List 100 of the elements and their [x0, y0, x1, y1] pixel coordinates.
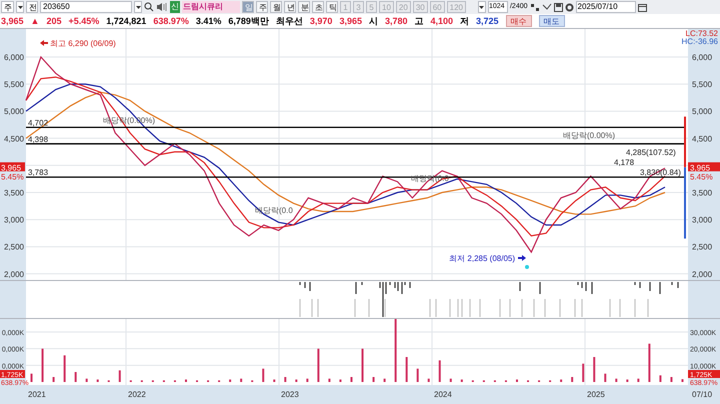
dropdown-caret-icon[interactable] — [478, 1, 486, 13]
quote-value: +5.45% — [68, 15, 100, 27]
marker-icon — [525, 265, 529, 269]
y-axis-label: 3,000 — [4, 216, 24, 225]
exchange-button[interactable]: 전 — [26, 1, 38, 13]
volume-bar — [394, 318, 397, 382]
volume-bar — [317, 348, 320, 382]
y-axis-label: 5,500 — [692, 80, 712, 90]
quote-value: ▲ — [30, 15, 40, 27]
quote-value: 최우선 — [276, 15, 303, 27]
y-axis-label: 5,000 — [692, 107, 712, 116]
settings-icon[interactable] — [564, 2, 574, 12]
code-field[interactable]: 203650 — [40, 1, 132, 13]
period-tab[interactable]: 초 — [312, 1, 324, 13]
dropdown-caret-icon[interactable] — [16, 1, 24, 13]
indicator-reading: LC:73.52 — [686, 29, 718, 38]
volume-bar — [626, 380, 628, 382]
quote-value: 고 — [414, 15, 424, 27]
y-axis-label: 6,000 — [692, 53, 712, 62]
speaker-icon[interactable] — [156, 2, 168, 12]
arrow-icon — [518, 255, 526, 261]
indicator-reading: HC:-36.96 — [682, 37, 718, 46]
price-level-label: 4,702 — [28, 118, 48, 128]
y-axis-label: 2,000 — [692, 270, 712, 279]
y-axis-label: 2,500 — [4, 242, 24, 252]
volume-bar — [582, 364, 584, 382]
x-axis-label: 2025 — [587, 390, 605, 399]
quote-value: 6,789백만 — [228, 15, 269, 27]
volume-bar — [86, 378, 88, 382]
volume-bar — [362, 348, 364, 382]
volume-bar — [350, 377, 352, 382]
y-axis-label: 3,500 — [4, 188, 24, 198]
y-axis-label: 4,500 — [692, 134, 712, 144]
volume-bar — [52, 377, 55, 382]
y-axis-label: 2,000 — [4, 270, 24, 279]
volume-bar — [184, 380, 187, 382]
volume-bar — [637, 378, 640, 382]
buy-button[interactable]: 매수 — [506, 15, 532, 27]
volume-bar — [118, 370, 121, 382]
volume-bar — [648, 344, 650, 382]
period-tab[interactable]: 틱 — [326, 1, 338, 13]
dropdown-caret-icon[interactable] — [134, 1, 142, 13]
y-axis-label: 3,000 — [692, 216, 712, 225]
x-axis-label: 2023 — [281, 390, 299, 399]
period-tab[interactable]: 분 — [298, 1, 310, 13]
period-tab[interactable]: 년 — [284, 1, 296, 13]
y-axis-label: 4,500 — [4, 134, 24, 144]
volume-bar — [571, 377, 574, 382]
volume-bar — [615, 378, 618, 382]
y-axis-label: 5,500 — [4, 80, 24, 90]
volume-bar — [64, 355, 66, 382]
volume-bar — [30, 374, 33, 382]
volume-bar — [372, 377, 375, 382]
quote-value: 시 — [368, 15, 378, 27]
volume-bar — [450, 378, 452, 382]
quote-value: 3,780 — [384, 15, 408, 27]
quote-value: 638.97% — [153, 15, 189, 27]
end-date-label: 07/10 — [692, 390, 712, 399]
volume-bar — [659, 375, 662, 382]
volume-bar — [96, 380, 99, 382]
price-label: 4,178 — [614, 158, 634, 167]
volume-bar — [460, 380, 463, 382]
volume-bar — [438, 360, 441, 382]
volume-bar — [229, 380, 232, 382]
quote-value: 3,970 — [310, 15, 332, 27]
sell-button[interactable]: 매도 — [538, 15, 565, 27]
volume-bar — [560, 380, 562, 382]
grid-icon[interactable] — [530, 2, 540, 12]
stock-name: 드림시큐리 — [182, 1, 240, 13]
x-axis-label: 2021 — [28, 390, 46, 399]
quote-value: 3.41% — [196, 15, 222, 27]
quote-value: 3,725 — [476, 15, 499, 27]
period-tab[interactable]: 주 — [256, 1, 268, 13]
low-price-label: 최저 2,285 (08/05) — [449, 254, 515, 263]
volume-bar — [406, 357, 408, 382]
search-icon[interactable] — [144, 2, 154, 12]
calendar-icon[interactable] — [638, 2, 647, 12]
y-axis-label: 6,000 — [4, 53, 24, 62]
quote-value: 3,965 — [1, 15, 24, 27]
new-badge: 신 — [170, 1, 180, 13]
market-select[interactable]: 주 — [1, 1, 14, 13]
quote-value: 1,724,821 — [106, 15, 146, 27]
price-label: 4,285(107.52) — [626, 148, 676, 157]
change-label: 5.45% — [1, 172, 24, 182]
volume-bar — [273, 380, 276, 382]
period-tab[interactable]: 월 — [270, 1, 282, 13]
date-field[interactable]: 2025/07/10 — [576, 1, 636, 13]
volume-bar — [681, 379, 684, 382]
save-icon[interactable] — [554, 2, 563, 12]
volume-bar — [416, 368, 419, 382]
volume-bar — [670, 377, 672, 382]
quote-value: 205 — [46, 15, 62, 27]
arrow-icon — [40, 40, 48, 46]
dividend-label: 배당락(0.00%) — [563, 131, 616, 140]
volume-bar — [593, 357, 596, 382]
price-level-label: 4,398 — [28, 134, 48, 144]
volume-bar — [284, 377, 286, 382]
change-label: 5.45% — [690, 172, 713, 182]
volume-bar — [428, 378, 430, 382]
volume-bar — [384, 378, 386, 382]
